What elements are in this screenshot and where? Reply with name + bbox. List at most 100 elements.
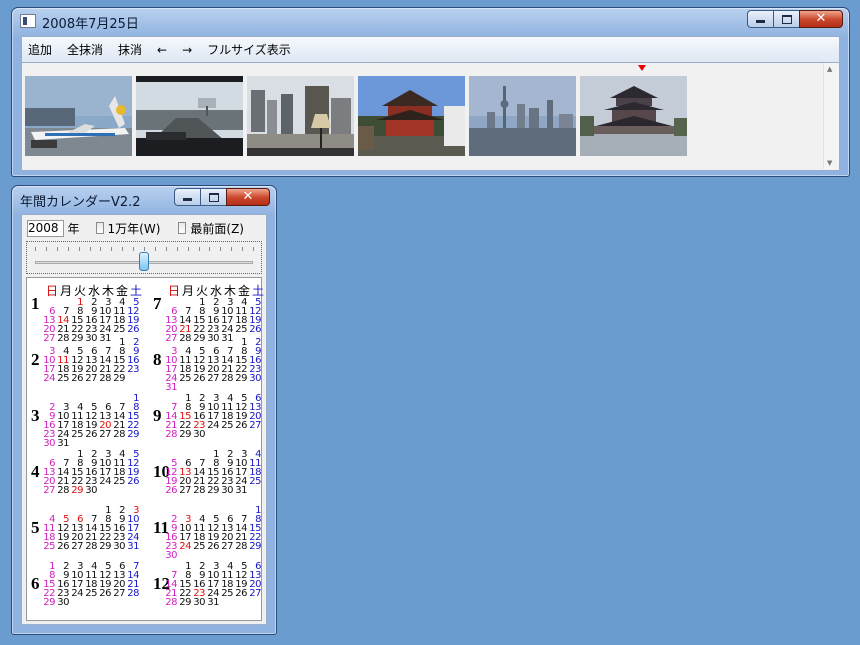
day-cell[interactable]: 30	[247, 374, 261, 384]
scroll-up-icon[interactable]: ▲	[827, 65, 832, 73]
calendar-maximize-button[interactable]	[200, 188, 226, 206]
day-cell[interactable]: 29	[125, 430, 139, 440]
calendar-minimize-button[interactable]	[174, 188, 200, 206]
day-cell[interactable]: 27	[247, 589, 261, 599]
day-cell[interactable]: 26	[55, 542, 69, 552]
day-cell[interactable]: 25	[233, 325, 247, 335]
day-cell[interactable]: 27	[111, 589, 125, 599]
day-cell[interactable]: 27	[219, 542, 233, 552]
day-cell[interactable]: 26	[83, 430, 97, 440]
checkbox-10000-years[interactable]	[95, 222, 104, 234]
day-cell[interactable]: 27	[97, 430, 111, 440]
day-cell[interactable]: 29	[97, 542, 111, 552]
day-cell[interactable]: 24	[97, 477, 111, 487]
day-cell[interactable]: 29	[233, 374, 247, 384]
day-cell[interactable]: 26	[191, 374, 205, 384]
day-cell[interactable]: 28	[233, 542, 247, 552]
menu-delete[interactable]: 抹消	[118, 41, 142, 58]
slider-thumb[interactable]	[139, 252, 149, 271]
menu-next[interactable]: →	[182, 43, 192, 57]
day-cell[interactable]: 27	[41, 486, 55, 496]
day-cell[interactable]: 26	[163, 486, 177, 496]
day-cell[interactable]: 31	[205, 598, 219, 608]
day-cell[interactable]: 26	[125, 325, 139, 335]
day-cell[interactable]: 28	[191, 486, 205, 496]
day-cell[interactable]: 25	[55, 374, 69, 384]
calendar-close-button[interactable]: ✕	[226, 188, 270, 206]
day-cell[interactable]: 24	[69, 589, 83, 599]
day-cell[interactable]: 30	[83, 486, 97, 496]
day-cell[interactable]: 28	[111, 430, 125, 440]
day-cell[interactable]: 27	[205, 374, 219, 384]
day-cell[interactable]: 25	[111, 477, 125, 487]
day-cell[interactable]: 30	[191, 598, 205, 608]
year-slider[interactable]	[26, 241, 262, 274]
day-cell[interactable]: 29	[111, 374, 125, 384]
day-cell[interactable]: 27	[177, 486, 191, 496]
menu-prev[interactable]: ←	[157, 43, 167, 57]
day-cell[interactable]: 30	[111, 542, 125, 552]
checkbox-topmost[interactable]	[178, 222, 187, 234]
day-cell[interactable]: 29	[177, 598, 191, 608]
day-cell[interactable]: 26	[69, 374, 83, 384]
checkbox-10000-years-label[interactable]: 1万年(W)	[108, 220, 161, 237]
day-cell[interactable]: 30	[191, 430, 205, 440]
thumbnail-airplane[interactable]	[25, 76, 132, 156]
day-cell[interactable]: 23	[125, 365, 139, 375]
day-cell[interactable]: 26	[97, 589, 111, 599]
day-cell[interactable]: 25	[219, 589, 233, 599]
day-cell[interactable]: 25	[191, 542, 205, 552]
day-cell[interactable]: 26	[205, 542, 219, 552]
day-cell[interactable]: 28	[163, 430, 177, 440]
day-cell[interactable]: 28	[125, 589, 139, 599]
year-input[interactable]: 2008	[27, 219, 64, 237]
day-cell[interactable]: 26	[125, 477, 139, 487]
day-cell[interactable]: 26	[247, 325, 261, 335]
day-cell[interactable]: 28	[55, 486, 69, 496]
day-cell[interactable]: 25	[41, 542, 55, 552]
day-cell[interactable]: 25	[177, 374, 191, 384]
day-cell[interactable]: 30	[219, 486, 233, 496]
menu-add[interactable]: 追加	[28, 41, 52, 58]
day-cell[interactable]: 29	[41, 598, 55, 608]
day-cell[interactable]: 25	[69, 430, 83, 440]
day-cell[interactable]: 26	[233, 589, 247, 599]
thumbnail-skyline[interactable]	[469, 76, 576, 156]
day-cell[interactable]: 25	[111, 325, 125, 335]
menu-full-size[interactable]: フルサイズ表示	[207, 41, 291, 58]
day-cell[interactable]: 28	[163, 598, 177, 608]
day-cell[interactable]: 29	[69, 486, 83, 496]
day-cell[interactable]: 29	[177, 430, 191, 440]
day-cell[interactable]: 31	[125, 542, 139, 552]
close-button[interactable]: ✕	[799, 10, 843, 28]
day-cell[interactable]: 28	[83, 542, 97, 552]
day-cell[interactable]: 29	[247, 542, 261, 552]
day-cell[interactable]: 25	[219, 421, 233, 431]
day-cell[interactable]: 27	[69, 542, 83, 552]
scroll-down-icon[interactable]: ▼	[827, 159, 832, 167]
day-cell[interactable]: 27	[83, 374, 97, 384]
thumbnail-temple[interactable]	[580, 76, 687, 156]
day-cell[interactable]: 25	[247, 477, 261, 487]
menu-delete-all[interactable]: 全抹消	[67, 41, 103, 58]
maximize-button[interactable]	[773, 10, 799, 28]
thumbnail-highway[interactable]	[136, 76, 243, 156]
day-cell[interactable]: 31	[233, 486, 247, 496]
day-cell[interactable]: 28	[219, 374, 233, 384]
day-cell[interactable]: 27	[247, 421, 261, 431]
thumbnail-vertical-scrollbar[interactable]: ▲ ▼	[823, 63, 839, 169]
day-cell[interactable]: 26	[233, 421, 247, 431]
day-cell[interactable]: 24	[177, 542, 191, 552]
day-cell[interactable]: 24	[41, 374, 55, 384]
thumbnail-pagoda[interactable]	[358, 76, 465, 156]
day-cell[interactable]: 30	[55, 598, 69, 608]
day-cell[interactable]: 24	[205, 421, 219, 431]
checkbox-topmost-label[interactable]: 最前面(Z)	[190, 220, 244, 237]
photo-window-titlebar[interactable]: 2008年7月25日 ✕	[12, 8, 849, 36]
thumbnail-city-street[interactable]	[247, 76, 354, 156]
day-cell[interactable]: 29	[205, 486, 219, 496]
day-cell[interactable]: 28	[97, 374, 111, 384]
calendar-window-titlebar[interactable]: 年間カレンダーV2.2 ✕	[12, 186, 276, 214]
minimize-button[interactable]	[747, 10, 773, 28]
day-cell[interactable]: 25	[83, 589, 97, 599]
